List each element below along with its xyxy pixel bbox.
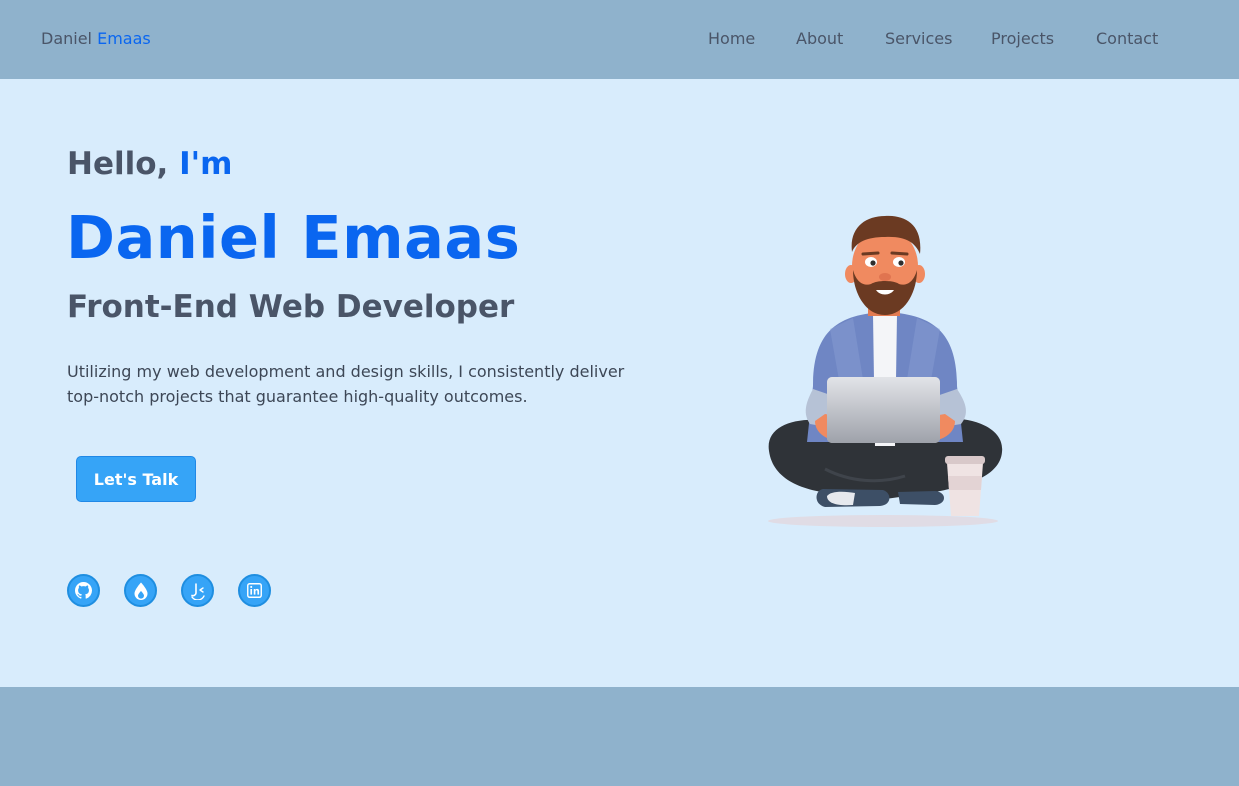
top-navbar: Daniel Emaas Home About Services Project… [0,0,1239,79]
greeting-prefix: Hello, [67,146,169,182]
nav-link-contact[interactable]: Contact [1096,29,1158,48]
codepen-drop-icon [134,582,147,600]
main-nav: Home About Services Projects Contact [0,29,1239,51]
hero-name: Daniel Emaas [66,203,521,272]
nav-link-home[interactable]: Home [708,29,755,48]
footer-band [0,687,1239,786]
hero-section: Hello, I'm Daniel Emaas Front-End Web De… [0,79,1239,687]
github-icon [75,582,92,599]
greeting-accent: I'm [179,146,233,182]
developer-with-laptop-illustration [768,215,1003,527]
lets-talk-button[interactable]: Let's Talk [76,456,196,502]
nav-link-projects[interactable]: Projects [991,29,1054,48]
linkedin-link[interactable] [238,574,271,607]
codepen-drop-link[interactable] [124,574,157,607]
hero-role: Front-End Web Developer [67,289,515,325]
github-link[interactable] [67,574,100,607]
hero-greeting: Hello, I'm [67,146,232,182]
hero-description: Utilizing my web development and design … [67,362,625,406]
linkedin-icon [247,583,262,598]
nav-link-about[interactable]: About [796,29,843,48]
codewars-icon [190,582,205,600]
codewars-link[interactable] [181,574,214,607]
nav-link-services[interactable]: Services [885,29,952,48]
